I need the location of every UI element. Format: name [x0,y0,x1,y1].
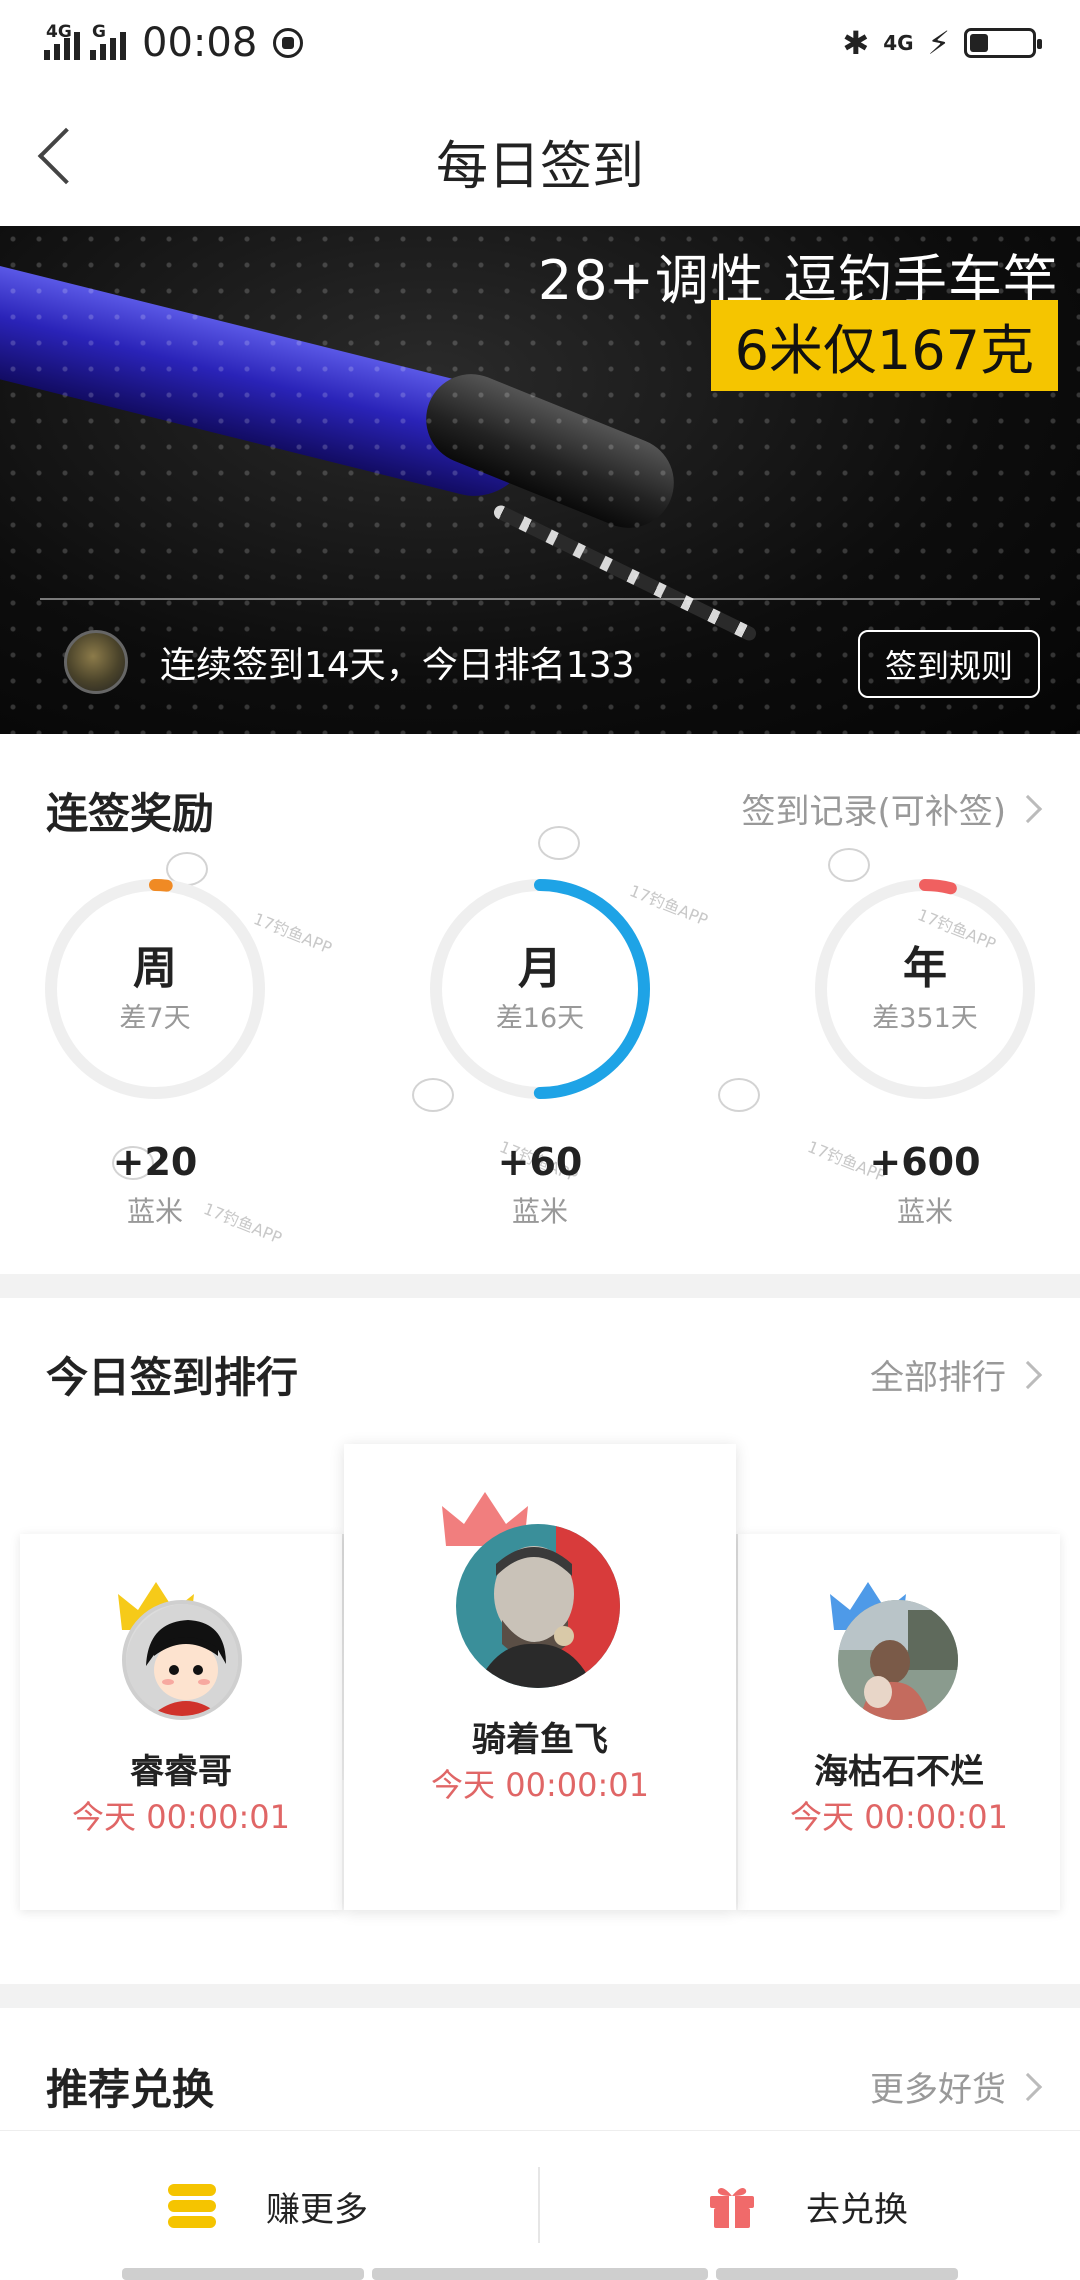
gift-icon [708,2184,756,2228]
earn-more-button[interactable]: 赚更多 [168,2131,368,2280]
chevron-right-icon [1013,794,1043,823]
redeem-button[interactable]: 去兑换 [708,2131,908,2280]
status-right: ✱ 4G ⚡ [842,18,1042,68]
user-avatar[interactable] [64,630,128,694]
checkin-history-link[interactable]: 签到记录(可补签) [741,784,1043,833]
more-goods-label: 更多好货 [870,2070,1006,2110]
ring-year-remaining: 差351天 [872,1003,978,1034]
reward-week-value: +20 [112,1140,198,1184]
earn-more-label: 赚更多 [266,2189,368,2230]
nav-hint-bar-right [716,2268,958,2280]
photo-avatar-image [456,1524,620,1688]
reward-ring-month[interactable]: 月 差16天 [429,878,651,1100]
notification-icon [273,28,304,58]
banner-divider [40,598,1040,600]
reward-year-unit: 蓝米 [896,1195,953,1228]
network-type-label: 4G [46,22,72,42]
ring-month-label: 月 [518,943,562,994]
streak-rewards-title: 连签奖励 [46,789,215,838]
watermark-fish-icon [828,848,870,882]
ring-week-label: 周 [133,943,177,994]
reward-year-value: +600 [869,1140,981,1184]
ranking-card-1[interactable]: 骑着鱼飞 今天 00:00:01 [344,1444,736,1910]
user-avatar-rank-2[interactable] [122,1600,242,1720]
ranking-time: 今天 00:00:01 [790,1798,1008,1836]
checkin-status-text: 连续签到14天，今日排名133 [160,645,635,686]
charging-icon: ⚡ [927,24,950,62]
ranking-username: 骑着鱼飞 [472,1720,608,1760]
all-ranking-link[interactable]: 全部排行 [870,1350,1043,1399]
nav-bar: 每日签到 [0,84,1080,226]
ring-year-label: 年 [903,943,947,994]
battery-icon [964,28,1042,58]
ranking-time: 今天 00:00:01 [431,1766,649,1804]
bottom-bar-divider [538,2167,540,2243]
ranking-time: 今天 00:00:01 [72,1798,290,1836]
reward-ring-week[interactable]: 周 差7天 [44,878,266,1100]
checkin-history-label: 签到记录(可补签) [741,792,1006,832]
network-type-label-2: G [92,22,106,42]
redeem-label: 去兑换 [806,2189,908,2230]
watermark-fish-icon [718,1078,760,1112]
recommend-title: 推荐兑换 [46,2065,215,2114]
page-title: 每日签到 [435,137,644,197]
all-ranking-label: 全部排行 [870,1358,1006,1398]
promo-banner[interactable]: 28+调性 逗钓手车竿 6米仅167克 连续签到14天，今日排名133 签到规则 [0,226,1080,734]
cartoon-avatar-image [126,1604,238,1716]
ranking-card-3[interactable]: 海枯石不烂 今天 00:00:01 [738,1534,1060,1910]
user-avatar-rank-3[interactable] [838,1600,958,1720]
photo-avatar-image [838,1600,958,1720]
daily-ranking-title: 今日签到排行 [46,1353,299,1402]
status-bar: 4G G 00:08 ✱ 4G ⚡ [0,0,1080,84]
reward-month-value: +60 [497,1140,583,1184]
bottom-action-bar: 赚更多 去兑换 [0,2130,1080,2280]
chevron-right-icon [1013,2072,1043,2101]
checkin-rules-button[interactable]: 签到规则 [858,630,1040,698]
banner-price-tag: 6米仅167克 [710,300,1058,391]
bluetooth-icon: ✱ [842,24,870,62]
section-divider [0,1984,1080,2008]
ranking-username: 海枯石不烂 [814,1752,984,1792]
nav-hint-bar-left [122,2268,364,2280]
ring-month-remaining: 差16天 [495,1003,585,1034]
network-type-right: 4G [883,31,914,55]
coins-icon [168,2184,216,2228]
chevron-right-icon [1013,1360,1043,1389]
watermark-fish-icon [538,826,580,860]
status-left: 4G G 00:08 [44,18,304,68]
signal-icon: 4G [44,22,80,60]
section-divider [0,1274,1080,1298]
signal-icon-2: G [90,22,126,60]
ranking-username: 睿睿哥 [130,1752,232,1792]
nav-hint-bar-center [372,2268,708,2280]
user-avatar-rank-1[interactable] [456,1524,620,1688]
status-time: 00:08 [142,20,258,66]
ranking-card-2[interactable]: 睿睿哥 今天 00:00:01 [20,1534,342,1910]
ring-week-remaining: 差7天 [119,1003,191,1034]
reward-week-unit: 蓝米 [126,1195,183,1228]
reward-month-unit: 蓝米 [511,1195,568,1228]
more-goods-link[interactable]: 更多好货 [870,2062,1043,2111]
reward-ring-year[interactable]: 年 差351天 [814,878,1036,1100]
